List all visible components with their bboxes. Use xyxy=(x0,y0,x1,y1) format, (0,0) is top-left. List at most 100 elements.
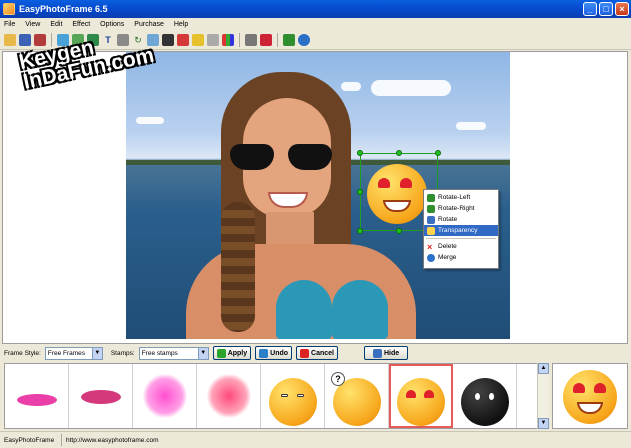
resize-handle[interactable] xyxy=(435,150,441,156)
save-as-icon[interactable] xyxy=(34,33,46,46)
scroll-down-icon[interactable]: ▼ xyxy=(538,418,549,429)
undo-button[interactable]: Undo xyxy=(255,346,293,360)
context-menu-label: Delete xyxy=(438,243,457,250)
stamp-gallery: ? xyxy=(4,363,549,429)
eye xyxy=(297,394,304,397)
status-app-name: EasyPhotoFrame xyxy=(0,434,62,446)
context-menu-rotate[interactable]: Rotate xyxy=(424,214,498,225)
effects-icon[interactable] xyxy=(162,33,174,46)
stamp-thumbnail[interactable] xyxy=(197,364,261,428)
rotate-right-icon xyxy=(427,204,435,213)
menu-view[interactable]: View xyxy=(25,21,40,28)
apply-icon xyxy=(216,348,226,358)
menu-options[interactable]: Options xyxy=(100,21,124,28)
color-icon[interactable] xyxy=(177,33,189,46)
resize-handle[interactable] xyxy=(396,228,402,234)
cloud xyxy=(341,82,361,91)
heart-icon xyxy=(594,383,606,393)
eye xyxy=(281,394,288,397)
undo-icon xyxy=(259,348,269,358)
stamp-thumbnail[interactable] xyxy=(453,364,517,428)
stamps-label: Stamps: xyxy=(110,349,135,357)
stamp-thumbnail[interactable] xyxy=(133,364,197,428)
apply-label: Apply xyxy=(227,349,248,357)
toolbar-separator xyxy=(239,32,240,47)
contrast-icon[interactable] xyxy=(207,33,219,46)
print-preview-icon[interactable] xyxy=(260,33,272,46)
love-emoji-preview xyxy=(563,370,617,424)
question-mark-icon: ? xyxy=(331,372,345,386)
context-menu-merge[interactable]: Merge xyxy=(424,252,498,263)
brightness-icon[interactable] xyxy=(192,33,204,46)
status-url[interactable]: http://www.easyphotoframe.com xyxy=(62,434,163,446)
heart-icon xyxy=(424,390,434,398)
menu-edit[interactable]: Edit xyxy=(50,21,62,28)
cancel-icon xyxy=(300,348,310,358)
frame-style-value: Free Frames xyxy=(47,349,86,357)
eye xyxy=(488,392,495,401)
cancel-label: Cancel xyxy=(311,349,334,357)
undo-label: Undo xyxy=(270,349,289,357)
eye xyxy=(474,392,481,401)
hide-label: Hide xyxy=(384,349,400,357)
context-menu-rotate-left[interactable]: Rotate-Left xyxy=(424,192,498,203)
bikini-left xyxy=(276,280,332,339)
chevron-down-icon[interactable]: ▼ xyxy=(197,347,208,359)
window-controls: _ □ × xyxy=(583,2,629,16)
context-menu-delete[interactable]: × Delete xyxy=(424,241,498,252)
bikini-right xyxy=(332,280,388,339)
help-icon[interactable] xyxy=(283,33,295,46)
scroll-up-icon[interactable]: ▲ xyxy=(538,363,549,374)
resize-handle[interactable] xyxy=(396,150,402,156)
frame-style-select[interactable]: Free Frames ▼ xyxy=(44,346,103,360)
stamp-thumbnail[interactable]: ? xyxy=(325,364,389,428)
resize-handle[interactable] xyxy=(357,189,363,195)
stamp-thumbnail[interactable] xyxy=(69,364,133,428)
context-menu-separator xyxy=(426,238,496,239)
frame-controls: Frame Style: Free Frames ▼ Stamps: Free … xyxy=(0,344,631,362)
save-icon[interactable] xyxy=(19,33,31,46)
menu-help[interactable]: Help xyxy=(174,21,188,28)
open-folder-icon[interactable] xyxy=(4,33,16,46)
toolbar-separator xyxy=(277,32,278,47)
app-icon xyxy=(3,3,15,15)
black-emoji-stamp xyxy=(461,378,509,426)
gallery-scrollbar[interactable]: ▲ ▼ xyxy=(537,363,549,429)
hide-button[interactable]: Hide xyxy=(364,346,409,360)
context-menu-label: Merge xyxy=(438,254,457,261)
chevron-down-icon[interactable]: ▼ xyxy=(91,347,102,359)
minimize-button[interactable]: _ xyxy=(583,2,597,16)
menu-effect[interactable]: Effect xyxy=(72,21,90,28)
cloud xyxy=(371,80,451,96)
menu-file[interactable]: File xyxy=(4,21,15,28)
apply-button[interactable]: Apply xyxy=(212,346,252,360)
stamp-thumbnail-selected[interactable] xyxy=(389,364,453,428)
sunglasses-right-lens xyxy=(288,144,332,170)
stamp-thumbnail[interactable] xyxy=(261,364,325,428)
heart-icon xyxy=(406,390,416,398)
status-bar: EasyPhotoFrame http://www.easyphotoframe… xyxy=(0,431,631,448)
print-icon[interactable] xyxy=(245,33,257,46)
stamp-thumbnail[interactable] xyxy=(5,364,69,428)
red-blob-stamp xyxy=(207,374,251,418)
context-menu-rotate-right[interactable]: Rotate-Right xyxy=(424,203,498,214)
stamps-select[interactable]: Free stamps ▼ xyxy=(138,346,209,360)
histogram-icon[interactable] xyxy=(222,33,234,46)
lips-stamp xyxy=(17,394,57,406)
canvas-area[interactable]: Rotate-Left Rotate-Right Rotate Transpar… xyxy=(2,51,628,344)
close-button[interactable]: × xyxy=(615,2,629,16)
title-bar[interactable]: EasyPhotoFrame 6.5 _ □ × xyxy=(0,0,631,18)
web-icon[interactable] xyxy=(298,33,310,46)
heart-icon xyxy=(573,383,585,393)
app-window: EasyPhotoFrame 6.5 _ □ × File View Edit … xyxy=(0,0,631,448)
love-emoji-stamp xyxy=(397,378,445,426)
context-menu-label: Transparency xyxy=(438,227,478,234)
braid xyxy=(221,202,255,332)
maximize-button[interactable]: □ xyxy=(599,2,613,16)
resize-handle[interactable] xyxy=(357,228,363,234)
context-menu-transparency[interactable]: Transparency xyxy=(424,225,498,236)
resize-handle[interactable] xyxy=(357,150,363,156)
sunglasses-left-lens xyxy=(230,144,274,170)
cancel-button[interactable]: Cancel xyxy=(296,346,338,360)
cloud xyxy=(456,122,486,130)
